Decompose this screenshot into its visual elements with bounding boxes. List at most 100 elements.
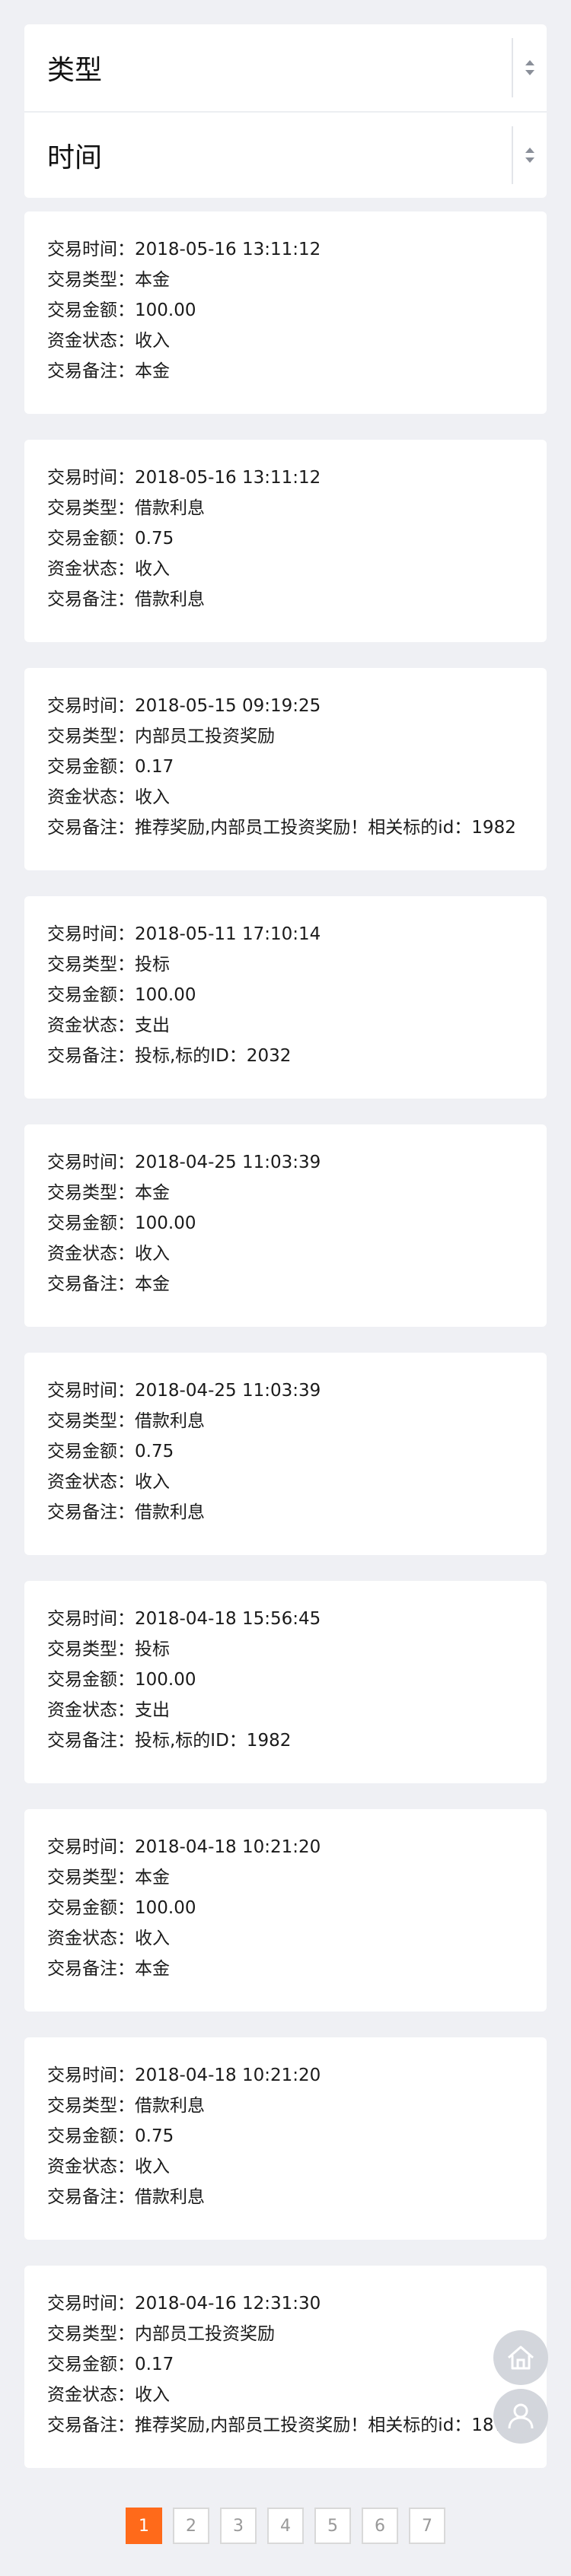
record-status-line: 资金状态：收入 [47,1239,524,1269]
record-amount-label: 交易金额： [47,2355,135,2374]
record-amount-label: 交易金额： [47,2126,135,2146]
record-note-label: 交易备注： [47,1503,135,1522]
record-amount-label: 交易金额： [47,757,135,777]
transaction-card: 交易时间：2018-04-18 10:21:20 交易类型：借款利息 交易金额：0.… [24,2037,547,2240]
record-time-label: 交易时间： [47,1153,135,1172]
record-status-line: 资金状态：收入 [47,2151,524,2182]
record-amount-value: 100.00 [135,1213,196,1233]
user-icon [504,2399,538,2433]
record-status-value: 收入 [135,1244,170,1264]
record-type-label: 交易类型： [47,2324,135,2344]
record-note-line: 交易备注：借款利息 [47,584,524,615]
record-status-value: 收入 [135,331,170,351]
home-button[interactable] [493,2330,548,2385]
record-note-value: 借款利息 [135,1503,205,1522]
record-status-value: 支出 [135,1700,170,1720]
record-status-value: 收入 [135,2385,170,2405]
record-status-label: 资金状态： [47,1700,135,1720]
record-status-label: 资金状态： [47,1016,135,1035]
transaction-card: 交易时间：2018-04-18 10:21:20 交易类型：本金 交易金额：100.… [24,1809,547,2012]
record-note-value: 推荐奖励,内部员工投资奖励！相关标的id：1982 [135,818,516,838]
record-status-value: 收入 [135,787,170,807]
type-select[interactable]: 类型 [24,24,547,111]
record-amount-label: 交易金额： [47,1442,135,1461]
record-status-label: 资金状态： [47,2157,135,2177]
page-button-5[interactable]: 5 [314,2508,351,2544]
record-amount-line: 交易金额：0.75 [47,1436,524,1467]
record-amount-value: 100.00 [135,985,196,1005]
record-type-line: 交易类型：借款利息 [47,493,524,523]
record-note-line: 交易备注：本金 [47,1269,524,1299]
record-type-line: 交易类型：借款利息 [47,1406,524,1436]
page-button-7[interactable]: 7 [409,2508,445,2544]
time-select[interactable]: 时间 [24,111,547,198]
record-time-value: 2018-05-11 17:10:14 [135,924,321,944]
record-type-line: 交易类型：本金 [47,265,524,295]
record-type-label: 交易类型： [47,498,135,518]
record-amount-label: 交易金额： [47,1898,135,1918]
record-note-value: 推荐奖励,内部员工投资奖励！相关标的id：1874 [135,2415,516,2435]
record-note-line: 交易备注：借款利息 [47,2182,524,2212]
record-time-value: 2018-05-16 13:11:12 [135,468,321,488]
record-list: 交易时间：2018-05-16 13:11:12 交易类型：本金 交易金额：100.… [24,211,547,2494]
select-divider [512,126,513,184]
record-status-label: 资金状态： [47,1244,135,1264]
record-note-line: 交易备注：推荐奖励,内部员工投资奖励！相关标的id：1982 [47,813,524,843]
record-amount-line: 交易金额：100.00 [47,295,524,326]
page-button-6[interactable]: 6 [362,2508,398,2544]
record-note-line: 交易备注：借款利息 [47,1497,524,1528]
record-type-label: 交易类型： [47,955,135,975]
record-note-value: 本金 [135,1274,170,1294]
pagination: 1234567 [0,2508,571,2544]
record-note-line: 交易备注：本金 [47,1954,524,1984]
record-type-label: 交易类型： [47,727,135,746]
page-button-1[interactable]: 1 [126,2508,162,2544]
record-time-value: 2018-04-18 15:56:45 [135,1609,321,1629]
record-amount-line: 交易金额：100.00 [47,1208,524,1239]
transaction-card: 交易时间：2018-05-11 17:10:14 交易类型：投标 交易金额：100.… [24,896,547,1099]
record-type-value: 借款利息 [135,1411,205,1431]
record-amount-label: 交易金额： [47,1213,135,1233]
record-note-label: 交易备注： [47,818,135,838]
record-time-label: 交易时间： [47,696,135,716]
record-status-label: 资金状态： [47,1472,135,1492]
user-button[interactable] [493,2389,548,2444]
record-time-value: 2018-04-25 11:03:39 [135,1381,321,1401]
record-note-label: 交易备注： [47,1959,135,1979]
record-status-label: 资金状态： [47,331,135,351]
record-amount-label: 交易金额： [47,529,135,549]
record-status-label: 资金状态： [47,1929,135,1948]
record-type-label: 交易类型： [47,2096,135,2116]
sort-arrows-icon [522,56,538,79]
record-type-label: 交易类型： [47,1183,135,1203]
record-status-line: 资金状态：收入 [47,1923,524,1954]
record-type-value: 投标 [135,1639,170,1659]
record-status-line: 资金状态：收入 [47,326,524,356]
record-status-label: 资金状态： [47,787,135,807]
record-note-value: 投标,标的ID：1982 [135,1731,292,1751]
record-type-value: 内部员工投资奖励 [135,727,275,746]
record-amount-label: 交易金额： [47,985,135,1005]
page-button-2[interactable]: 2 [173,2508,209,2544]
record-status-value: 收入 [135,1472,170,1492]
page-button-3[interactable]: 3 [220,2508,257,2544]
time-select-label: 时间 [47,142,103,173]
transaction-records-page: 类型 时间 交易时间：2018-05-16 13:11:12 交易类型：本金 交易金… [0,0,571,2576]
record-note-value: 借款利息 [135,2187,205,2207]
record-note-line: 交易备注：投标,标的ID：1982 [47,1725,524,1756]
record-status-line: 资金状态：支出 [47,1695,524,1725]
sort-arrows-icon [522,144,538,167]
record-note-label: 交易备注： [47,1274,135,1294]
record-amount-value: 0.75 [135,2126,174,2146]
record-type-label: 交易类型： [47,1639,135,1659]
record-type-value: 本金 [135,1183,170,1203]
record-time-label: 交易时间： [47,468,135,488]
page-button-4[interactable]: 4 [267,2508,304,2544]
record-time-value: 2018-04-18 10:21:20 [135,1837,321,1857]
record-type-value: 本金 [135,270,170,290]
record-time-line: 交易时间：2018-05-16 13:11:12 [47,234,524,265]
record-time-value: 2018-04-18 10:21:20 [135,2066,321,2085]
record-status-value: 收入 [135,2157,170,2177]
record-amount-value: 0.75 [135,529,174,549]
record-amount-line: 交易金额：100.00 [47,980,524,1010]
